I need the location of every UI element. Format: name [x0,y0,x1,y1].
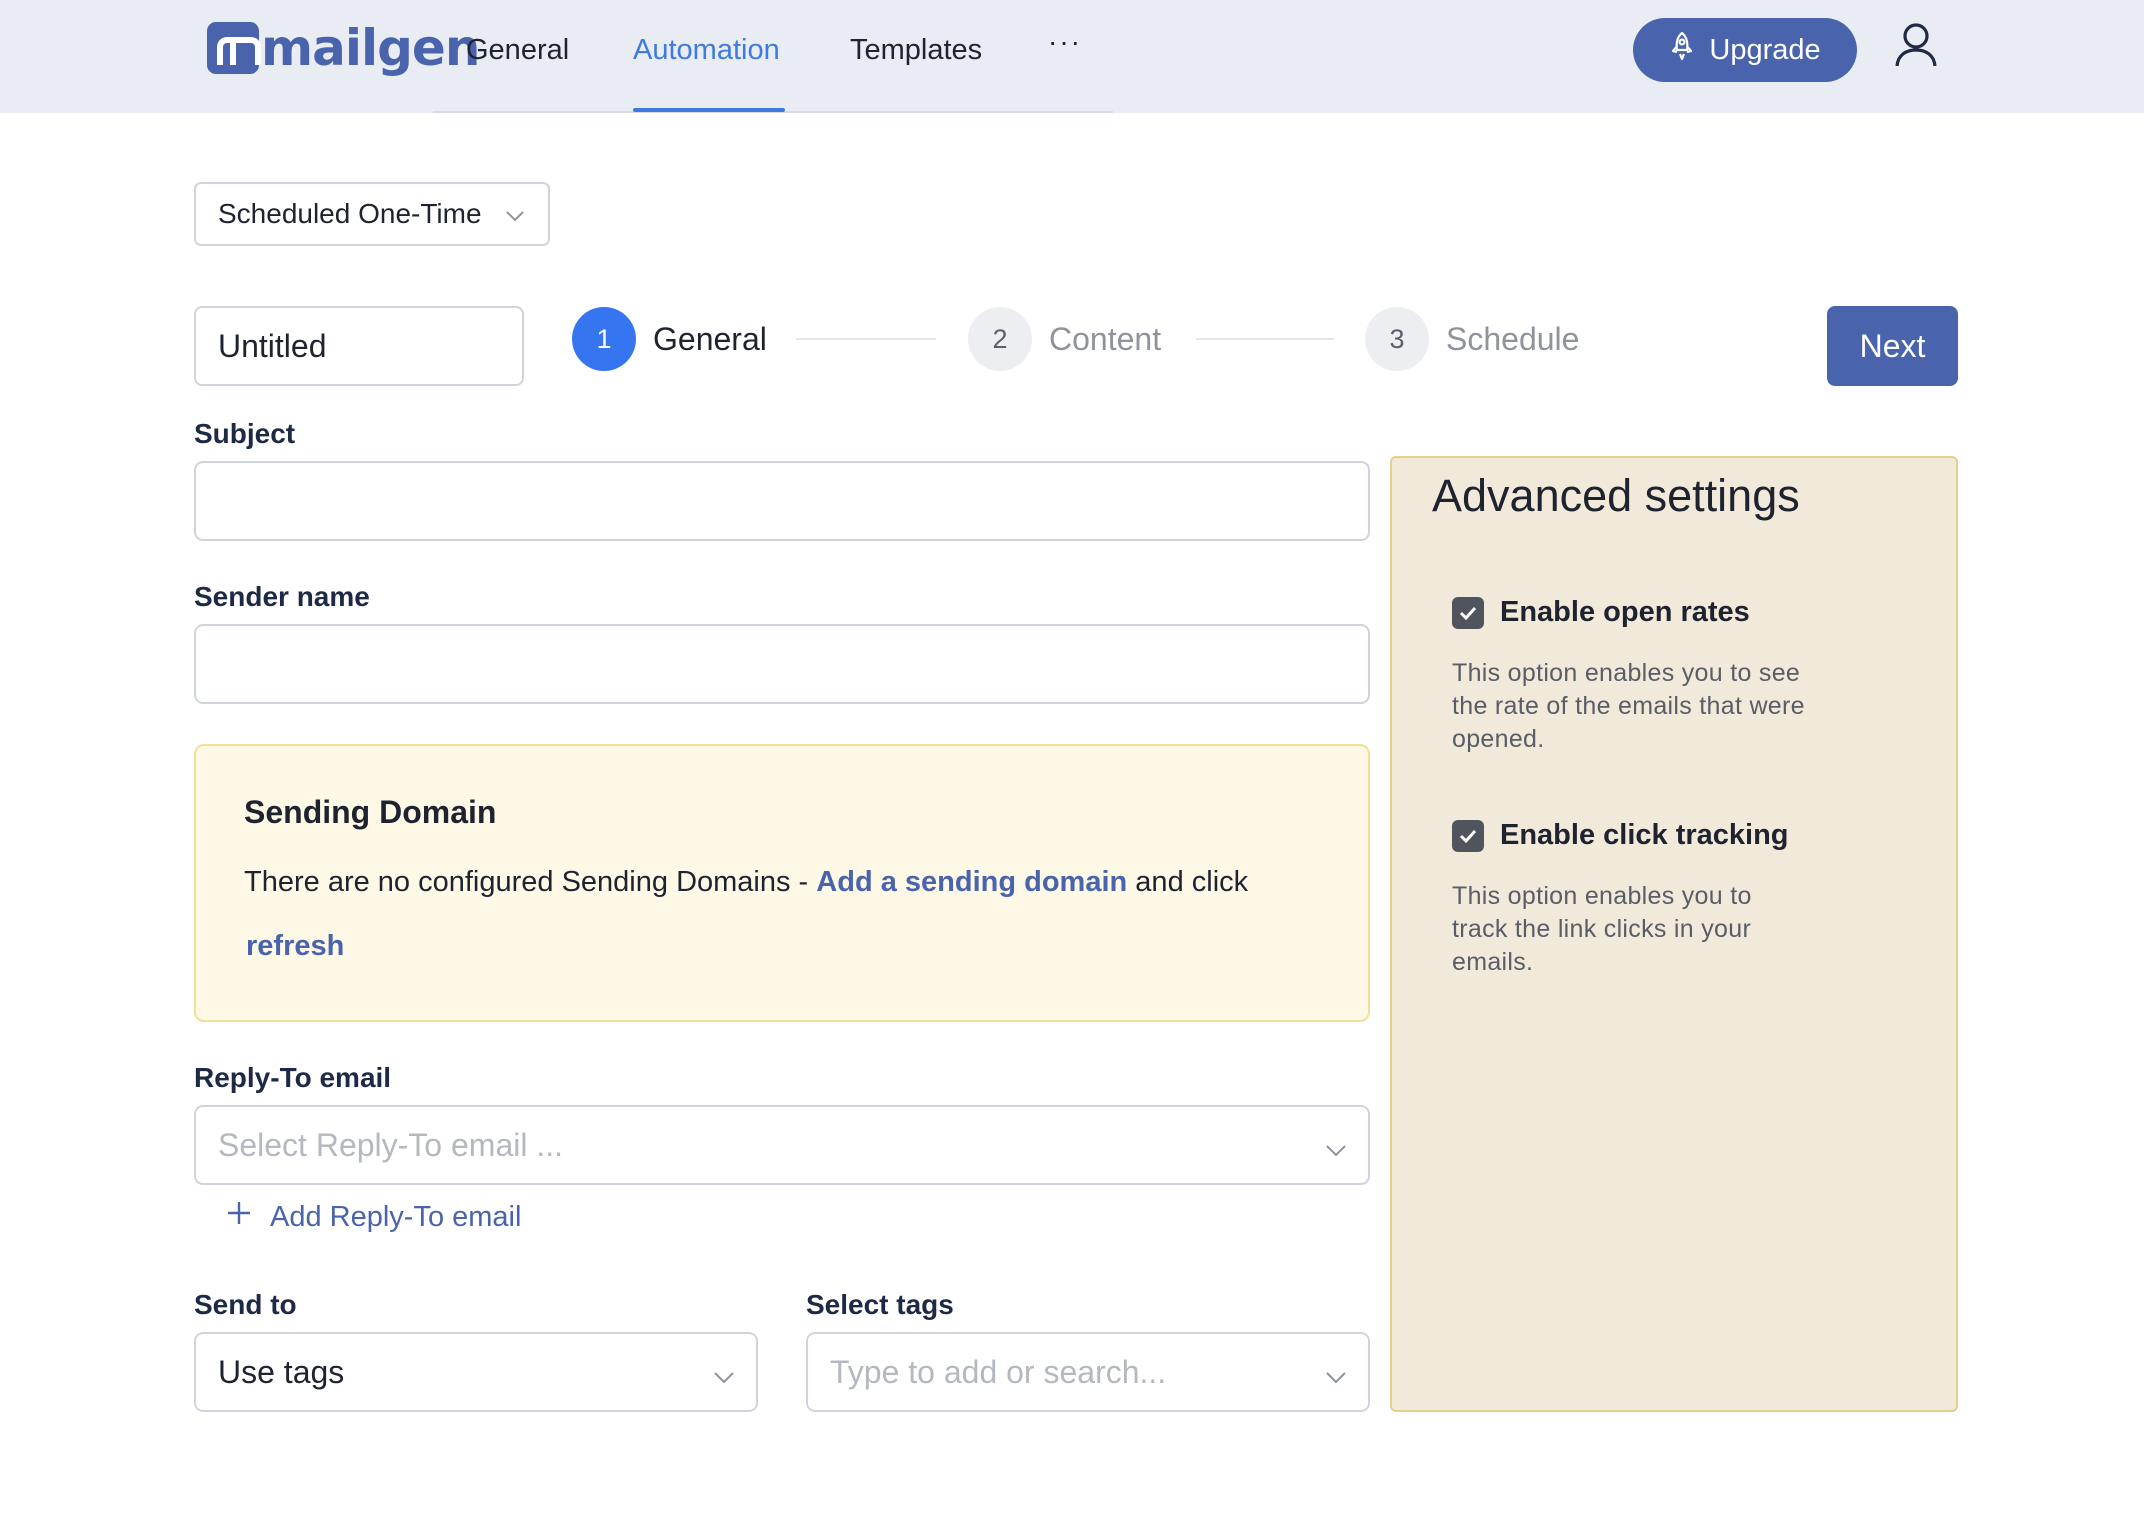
chevron-down-icon [712,1360,736,1397]
step-label: Content [1049,320,1162,357]
logo-mark-icon [207,22,261,74]
step-connector [1196,338,1334,340]
step-schedule[interactable]: 3 Schedule [1365,307,1579,371]
rocket-icon [1669,31,1695,69]
logo-text: mailgen [261,19,480,77]
refresh-link[interactable]: refresh [246,930,344,963]
sending-domain-text-after: and click [1127,866,1249,898]
nav-general[interactable]: General [466,30,569,70]
chevron-down-icon [1324,1133,1348,1170]
sending-domain-notice: Sending Domain There are no configured S… [194,744,1370,1022]
user-account-icon[interactable] [1890,20,1942,72]
send-to-value: Use tags [218,1353,345,1390]
reply-to-placeholder: Select Reply-To email ... [218,1126,564,1163]
upgrade-label: Upgrade [1709,33,1821,66]
sending-domain-title: Sending Domain [244,794,497,830]
open-rates-label[interactable]: Enable open rates [1500,596,1750,629]
campaign-type-select[interactable]: Scheduled One-Time [194,182,550,246]
step-label: General [653,320,767,357]
nav-automation[interactable]: Automation [633,30,780,70]
send-to-label: Send to [194,1289,297,1320]
step-number: 2 [968,307,1032,371]
top-navigation-bar: mailgen General Automation Templates ···… [0,0,2144,113]
open-rates-checkbox[interactable] [1452,596,1484,629]
step-general[interactable]: 1 General [572,307,767,371]
step-content[interactable]: 2 Content [968,307,1161,371]
click-tracking-label[interactable]: Enable click tracking [1500,819,1789,852]
nav-templates[interactable]: Templates [850,30,982,70]
reply-to-select[interactable]: Select Reply-To email ... [194,1105,1370,1185]
click-tracking-checkbox[interactable] [1452,819,1484,852]
open-rates-description: This option enables you to see the rate … [1452,659,1805,753]
checkmark-icon [1459,606,1477,620]
tags-select[interactable]: Type to add or search... [806,1332,1370,1412]
step-number: 1 [572,307,636,371]
click-tracking-description: This option enables you to track the lin… [1452,882,1752,976]
nav-more-button[interactable]: ··· [1048,26,1082,58]
chevron-down-icon [1324,1360,1348,1397]
select-tags-label: Select tags [806,1289,954,1320]
sending-domain-message: There are no configured Sending Domains … [244,866,1248,899]
advanced-settings-panel: Advanced settings Enable open rates This… [1390,456,1958,1412]
subject-input[interactable] [194,461,1370,541]
chevron-down-icon [504,202,526,234]
checkmark-icon [1459,829,1477,843]
advanced-settings-title: Advanced settings [1432,470,1800,521]
step-number: 3 [1365,307,1429,371]
campaign-name-value: Untitled [218,327,327,364]
add-sending-domain-link[interactable]: Add a sending domain [816,866,1127,898]
sender-name-input[interactable] [194,624,1370,704]
open-rates-option: Enable open rates This option enables yo… [1452,596,1812,756]
sender-name-label: Sender name [194,581,370,612]
upgrade-button[interactable]: Upgrade [1633,18,1857,82]
add-reply-to-label: Add Reply-To email [270,1200,522,1233]
step-connector [796,338,936,340]
sending-domain-text: There are no configured Sending Domains … [244,866,817,898]
campaign-name-input[interactable]: Untitled [194,306,524,386]
nav-active-indicator [633,108,785,112]
next-button[interactable]: Next [1827,306,1958,386]
click-tracking-option: Enable click tracking This option enable… [1452,819,1812,979]
plus-icon [226,1200,252,1234]
subject-label: Subject [194,418,296,449]
logo[interactable]: mailgen [207,18,480,78]
step-label: Schedule [1446,320,1580,357]
add-reply-to-button[interactable]: Add Reply-To email [226,1200,521,1234]
reply-to-label: Reply-To email [194,1062,392,1093]
tags-placeholder: Type to add or search... [830,1353,1167,1390]
send-to-select[interactable]: Use tags [194,1332,758,1412]
campaign-type-value: Scheduled One-Time [218,198,482,229]
